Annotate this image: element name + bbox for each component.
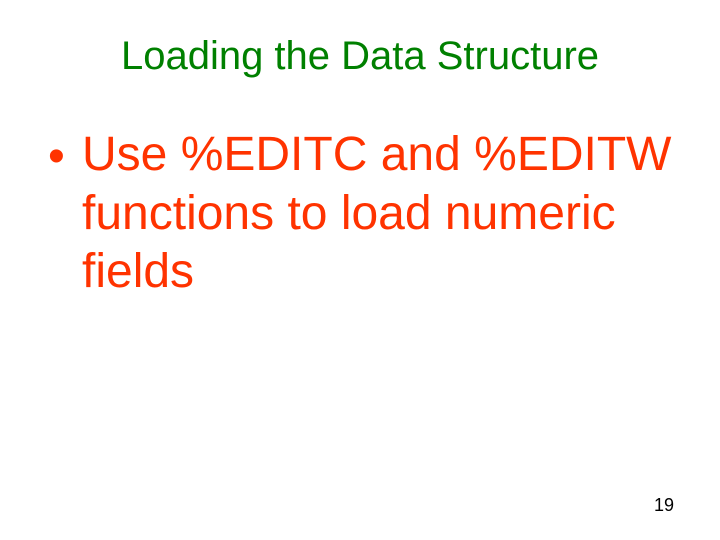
slide: Loading the Data Structure • Use %EDITC …	[0, 0, 720, 540]
page-number: 19	[654, 495, 674, 516]
slide-title: Loading the Data Structure	[0, 34, 720, 79]
bullet-text: Use %EDITC and %EDITW functions to load …	[82, 126, 680, 302]
bullet-item: • Use %EDITC and %EDITW functions to loa…	[48, 126, 680, 302]
bullet-dot-icon: •	[48, 126, 82, 187]
slide-body: • Use %EDITC and %EDITW functions to loa…	[48, 126, 680, 302]
